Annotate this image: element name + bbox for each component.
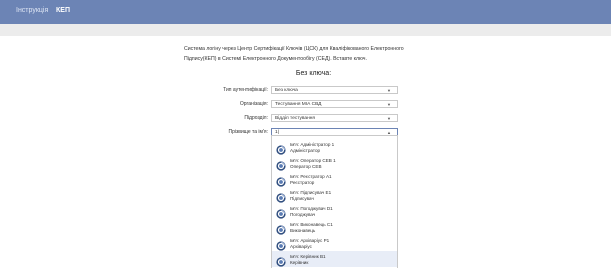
user-avatar-icon <box>276 190 286 203</box>
chevron-down-icon: ▼ <box>387 116 391 121</box>
user-avatar-icon <box>276 142 286 155</box>
department-value: Відділ тестування <box>275 116 315 121</box>
department-select[interactable]: Відділ тестування ▼ <box>271 114 398 122</box>
option-name: Ім'я: Підписувач Е1 <box>290 190 332 195</box>
top-navbar: Інструкція КЕП <box>0 0 611 24</box>
user-avatar-icon <box>276 206 286 219</box>
option-role: Адміністратор <box>290 148 321 153</box>
person-dropdown-list: Ім'я: Адміністратор 1 Адміністратор Ім'я: … <box>271 135 398 268</box>
option-name: Ім'я: Керівник В1 <box>290 254 326 259</box>
option-name: Ім'я: Оператор СЕВ 1 <box>290 158 336 163</box>
auth-type-label: Тип аутентифікації: <box>223 87 268 93</box>
option-name: Ім'я: Адміністратор 1 <box>290 142 335 147</box>
option-name: Ім'я: Архіваріус Р1 <box>290 238 330 243</box>
dropdown-option[interactable]: Ім'я: Керівник В1 Керівник <box>272 251 397 267</box>
chevron-down-icon: ▼ <box>387 102 391 107</box>
option-role: Підписувач <box>290 196 314 201</box>
option-name: Ім'я: Виконавець С1 <box>290 222 333 227</box>
auth-type-select[interactable]: Без ключа ▼ <box>271 86 398 94</box>
user-avatar-icon <box>276 222 286 235</box>
option-role: Оператор СЕВ <box>290 164 322 169</box>
dropdown-option[interactable]: Ім'я: Адміністратор 1 Адміністратор <box>272 139 397 155</box>
intro-text: Система логіну через Центр Сертифікації … <box>184 44 444 64</box>
dropdown-option[interactable]: Ім'я: Реєстратор А1 Реєстратор <box>272 171 397 187</box>
chevron-down-icon: ▼ <box>387 88 391 93</box>
option-role: Погоджувач <box>290 212 316 217</box>
intro-line-2: Підпису(КЕП) в Системі Електронного Доку… <box>184 56 367 62</box>
page-heading: Без ключа: <box>295 70 332 77</box>
organization-label: Організація: <box>239 101 268 107</box>
user-avatar-icon <box>276 254 286 267</box>
organization-value: Тестування МІА СВД <box>275 102 322 107</box>
nav-item-instruction[interactable]: Інструкція <box>16 7 48 14</box>
dropdown-option[interactable]: Ім'я: Підписувач Е1 Підписувач <box>272 187 397 203</box>
option-role: Реєстратор <box>290 180 315 185</box>
option-role: Керівник <box>290 260 309 265</box>
user-avatar-icon <box>276 174 286 187</box>
dropdown-option[interactable]: Ім'я: Виконавець С1 Виконавець <box>272 219 397 235</box>
intro-line-1: Система логіну через Центр Сертифікації … <box>184 46 404 52</box>
organization-select[interactable]: Тестування МІА СВД ▼ <box>271 100 398 108</box>
dropdown-option[interactable]: Ім'я: Архіваріус Р1 Архіваріус <box>272 235 397 251</box>
user-avatar-icon <box>276 158 286 171</box>
option-role: Архіваріус <box>290 244 312 249</box>
dropdown-option[interactable]: Ім'я: Оператор СЕВ 1 Оператор СЕВ <box>272 155 397 171</box>
auth-type-value: Без ключа <box>275 88 298 93</box>
person-label: Прізвище та ім'я: <box>228 129 268 135</box>
nav-item-kep[interactable]: КЕП <box>56 7 70 14</box>
option-role: Виконавець <box>290 228 316 233</box>
department-label: Підрозділ: <box>244 115 268 121</box>
user-avatar-icon <box>276 238 286 251</box>
option-name: Ім'я: Реєстратор А1 <box>290 174 332 179</box>
sub-header-bar <box>0 24 611 36</box>
option-name: Ім'я: Погоджувач D1 <box>290 206 333 211</box>
dropdown-option[interactable]: Ім'я: Погоджувач D1 Погоджувач <box>272 203 397 219</box>
